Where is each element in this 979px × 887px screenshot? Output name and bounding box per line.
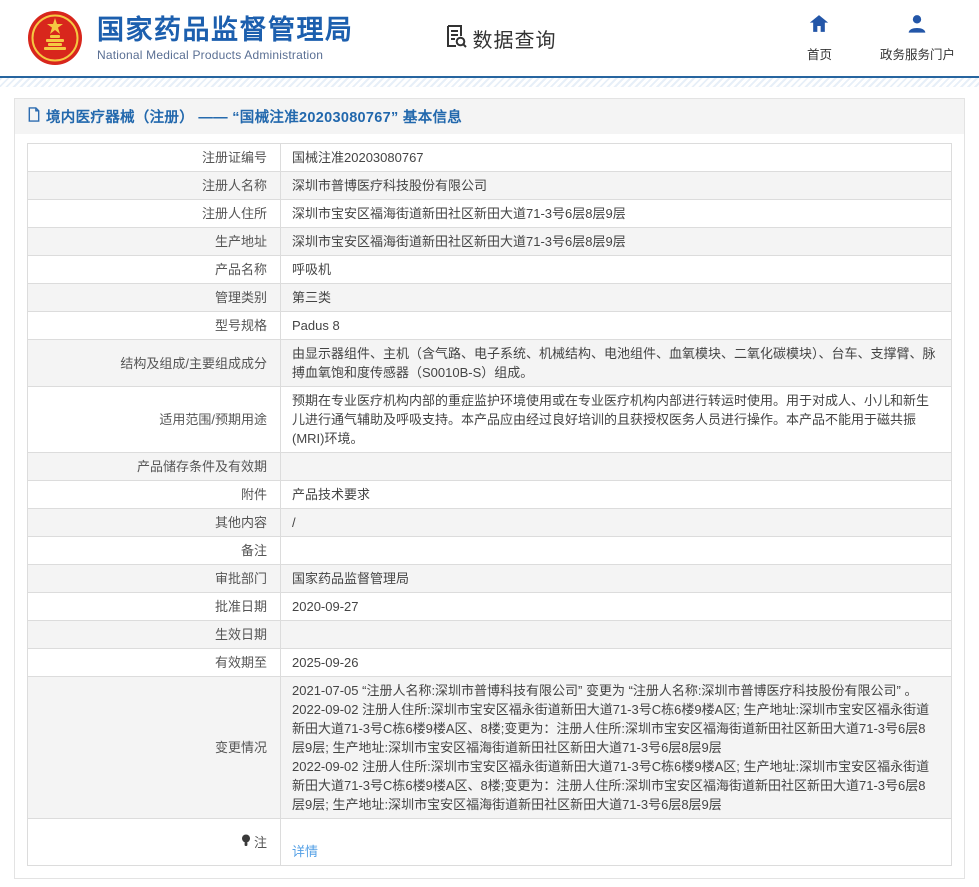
- note-row-label-cell: 注: [28, 819, 281, 866]
- table-row: 注册证编号 国械注准20203080767: [28, 144, 952, 172]
- user-icon: [907, 14, 927, 38]
- data-query-label: 数据查询: [473, 24, 557, 53]
- row-label: 管理类别: [28, 284, 281, 312]
- header-stripe-band: [0, 78, 979, 87]
- table-row: 有效期至 2025-09-26: [28, 649, 952, 677]
- row-label: 适用范围/预期用途: [28, 387, 281, 453]
- table-row-note: 注 详情: [28, 819, 952, 866]
- home-link[interactable]: 首页: [807, 14, 832, 63]
- row-value: 深圳市普博医疗科技股份有限公司: [281, 172, 952, 200]
- row-label: 注册人住所: [28, 200, 281, 228]
- row-value: /: [281, 509, 952, 537]
- org-title-block: 国家药品监督管理局 National Medical Products Admi…: [97, 15, 354, 62]
- note-row-value-cell: 详情: [281, 819, 952, 866]
- details-link[interactable]: 详情: [292, 844, 318, 859]
- note-row-label: 注: [254, 833, 267, 852]
- table-row: 审批部门 国家药品监督管理局: [28, 565, 952, 593]
- row-label: 生产地址: [28, 228, 281, 256]
- row-value: 2021-07-05 “注册人名称:深圳市普博科技有限公司” 变更为 “注册人名…: [281, 677, 952, 819]
- org-name-en: National Medical Products Administration: [97, 48, 354, 62]
- content-panel: 境内医疗器械（注册） —— “国械注准20203080767” 基本信息 注册证…: [14, 98, 965, 879]
- table-row: 生产地址 深圳市宝安区福海街道新田社区新田大道71-3号6层8层9层: [28, 228, 952, 256]
- home-link-label: 首页: [807, 44, 832, 63]
- row-value: [281, 453, 952, 481]
- table-row: 适用范围/预期用途 预期在专业医疗机构内部的重症监护环境使用或在专业医疗机构内部…: [28, 387, 952, 453]
- gov-portal-link[interactable]: 政务服务门户: [880, 14, 955, 63]
- row-value: 2020-09-27: [281, 593, 952, 621]
- registration-info-table: 注册证编号 国械注准20203080767 注册人名称 深圳市普博医疗科技股份有…: [27, 143, 952, 866]
- row-value: 深圳市宝安区福海街道新田社区新田大道71-3号6层8层9层: [281, 228, 952, 256]
- row-value: 国家药品监督管理局: [281, 565, 952, 593]
- data-query-icon: [442, 23, 468, 54]
- data-query-nav[interactable]: 数据查询: [442, 23, 557, 54]
- row-value: [281, 537, 952, 565]
- row-value: 由显示器组件、主机（含气路、电子系统、机械结构、电池组件、血氧模块、二氧化碳模块…: [281, 340, 952, 387]
- row-value: 预期在专业医疗机构内部的重症监护环境使用或在专业医疗机构内部进行转运时使用。用于…: [281, 387, 952, 453]
- table-row: 产品名称 呼吸机: [28, 256, 952, 284]
- table-row: 备注: [28, 537, 952, 565]
- row-label: 生效日期: [28, 621, 281, 649]
- document-icon: [27, 107, 41, 127]
- row-value: 产品技术要求: [281, 481, 952, 509]
- row-label: 其他内容: [28, 509, 281, 537]
- row-label: 注册人名称: [28, 172, 281, 200]
- row-value: 2025-09-26: [281, 649, 952, 677]
- table-row: 批准日期 2020-09-27: [28, 593, 952, 621]
- row-label: 附件: [28, 481, 281, 509]
- row-value: 深圳市宝安区福海街道新田社区新田大道71-3号6层8层9层: [281, 200, 952, 228]
- row-label: 审批部门: [28, 565, 281, 593]
- row-value: Padus 8: [281, 312, 952, 340]
- table-row: 管理类别 第三类: [28, 284, 952, 312]
- row-label: 结构及组成/主要组成成分: [28, 340, 281, 387]
- row-value: 第三类: [281, 284, 952, 312]
- page-title: 境内医疗器械（注册） —— “国械注准20203080767” 基本信息: [46, 106, 462, 127]
- table-row: 生效日期: [28, 621, 952, 649]
- row-label: 有效期至: [28, 649, 281, 677]
- org-name-cn: 国家药品监督管理局: [97, 15, 354, 45]
- row-label: 批准日期: [28, 593, 281, 621]
- row-label: 产品储存条件及有效期: [28, 453, 281, 481]
- home-icon: [809, 14, 829, 38]
- row-label: 备注: [28, 537, 281, 565]
- table-row: 附件 产品技术要求: [28, 481, 952, 509]
- gov-portal-label: 政务服务门户: [880, 44, 955, 63]
- table-row: 型号规格 Padus 8: [28, 312, 952, 340]
- national-emblem-logo: [26, 9, 84, 67]
- table-row: 变更情况 2021-07-05 “注册人名称:深圳市普博科技有限公司” 变更为 …: [28, 677, 952, 819]
- table-row: 其他内容 /: [28, 509, 952, 537]
- page-title-bar: 境内医疗器械（注册） —— “国械注准20203080767” 基本信息: [15, 99, 964, 134]
- row-value: 呼吸机: [281, 256, 952, 284]
- table-row: 结构及组成/主要组成成分 由显示器组件、主机（含气路、电子系统、机械结构、电池组…: [28, 340, 952, 387]
- row-value: 国械注准20203080767: [281, 144, 952, 172]
- site-header: 国家药品监督管理局 National Medical Products Admi…: [0, 0, 979, 76]
- table-row: 产品储存条件及有效期: [28, 453, 952, 481]
- row-label: 变更情况: [28, 677, 281, 819]
- table-row: 注册人住所 深圳市宝安区福海街道新田社区新田大道71-3号6层8层9层: [28, 200, 952, 228]
- note-bulb-icon: [241, 833, 251, 852]
- row-label: 型号规格: [28, 312, 281, 340]
- table-row: 注册人名称 深圳市普博医疗科技股份有限公司: [28, 172, 952, 200]
- row-value: [281, 621, 952, 649]
- row-label: 产品名称: [28, 256, 281, 284]
- row-label: 注册证编号: [28, 144, 281, 172]
